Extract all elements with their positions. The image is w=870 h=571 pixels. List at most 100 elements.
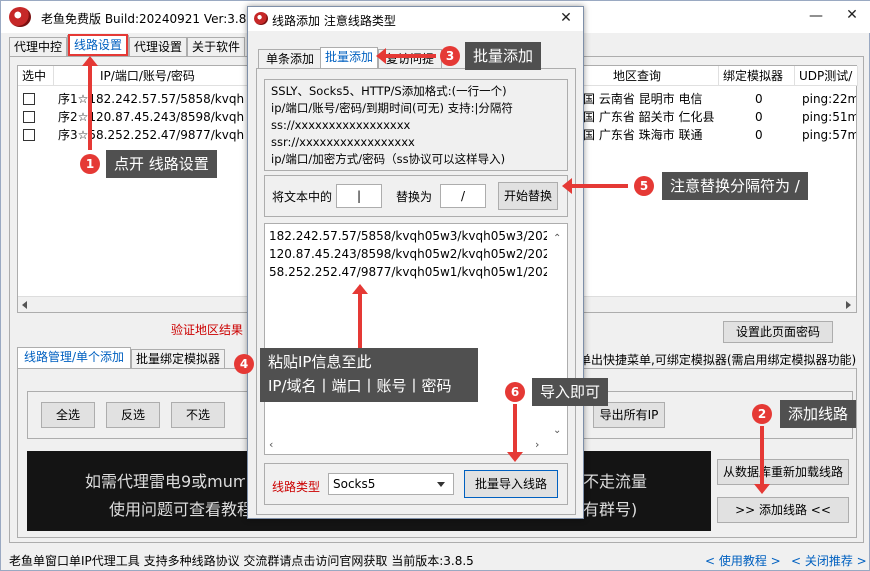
row-emulator: 0 (755, 110, 763, 124)
select-none-button[interactable]: 不选 (171, 402, 225, 428)
tab-line-management[interactable]: 线路管理/单个添加 (17, 347, 131, 369)
step-badge-6: 6 (505, 382, 525, 402)
row-udp: ping:57m (802, 128, 856, 142)
minimize-button[interactable]: — (801, 8, 831, 24)
banner-line1: 如需代理雷电9或mumu (85, 472, 245, 491)
format-line: ss://xxxxxxxxxxxxxxxxx (271, 118, 411, 132)
col-region[interactable]: 地区查询 (583, 66, 719, 86)
annotation-6: 导入即可 (532, 378, 609, 406)
banner-line2-right: 有群号) (583, 500, 638, 519)
arrow-1-head-icon (82, 56, 98, 66)
status-text: 老鱼单窗口单IP代理工具 支持多种线路协议 交流群请点击访问官网获取 当前版本:… (9, 554, 474, 568)
arrow-5 (570, 184, 628, 188)
scroll-right-icon[interactable]: › (535, 436, 539, 454)
row-udp: ping:51m (802, 110, 856, 124)
dialog-title: 线路添加 注意线路类型 (272, 14, 396, 28)
line-type-value: Socks5 (333, 477, 376, 491)
text-line: 182.242.57.57/5858/kvqh05w3/kvqh05w3/202… (269, 229, 547, 243)
tab-proxy-control[interactable]: 代理中控 (9, 37, 67, 57)
row-checkbox[interactable] (23, 129, 35, 141)
invert-selection-button[interactable]: 反选 (106, 402, 160, 428)
line-type-label: 线路类型 (272, 480, 321, 494)
chevron-down-icon[interactable] (437, 482, 445, 487)
tab-batch-bind-emulator[interactable]: 批量绑定模拟器 (131, 349, 225, 369)
format-line: ssr://xxxxxxxxxxxxxxxxx (271, 135, 415, 149)
app-title: 老鱼免费版 Build:20240921 Ver:3.8.5 (41, 12, 258, 26)
scroll-left-icon[interactable]: ‹ (269, 436, 273, 454)
ip-text-area[interactable]: 182.242.57.57/5858/kvqh05w3/kvqh05w3/202… (264, 223, 568, 455)
col-ip[interactable]: IP/端口/账号/密码 (54, 66, 254, 86)
right-hint-text: 单出快捷菜单,可绑定模拟器(需启用绑定模拟器功能) (579, 353, 857, 367)
tab-batch-add[interactable]: 批量添加 (320, 47, 378, 69)
annotation-5: 注意替换分隔符为 / (662, 172, 808, 200)
row-ip: 序3☆58.252.252.47/9877/kvqh (58, 128, 245, 142)
tab-single-add[interactable]: 单条添加 (258, 49, 322, 69)
arrow-6 (513, 404, 517, 454)
format-line: ip/端口/账号/密码/到期时间(可无) 支持:|分隔符 (271, 101, 513, 115)
scroll-left-icon[interactable] (22, 301, 27, 309)
replace-from-input[interactable]: | (336, 184, 382, 208)
close-button[interactable]: ✕ (837, 7, 867, 23)
tab-about[interactable]: 关于软件 (187, 37, 245, 57)
row-emulator: 0 (755, 128, 763, 142)
arrow-2 (760, 426, 764, 488)
row-region: 国 云南省 昆明市 电信 (583, 92, 703, 106)
scroll-right-icon[interactable] (846, 301, 851, 309)
add-line-button[interactable]: >> 添加线路 << (717, 497, 849, 523)
scroll-up-icon[interactable]: ⌃ (553, 230, 561, 248)
dialog-logo-icon (254, 12, 268, 25)
format-info-box: SSLY、Socks5、HTTP/S添加格式:(一行一个) ip/端口/账号/密… (264, 79, 568, 171)
banner-line2: 使用问题可查看教程 (109, 500, 249, 519)
col-select[interactable]: 选中 (18, 66, 54, 86)
banner-line1-right: 不走流量 (583, 472, 648, 491)
annotation-4-line2: IP/域名丨端口丨账号丨密码 (268, 377, 452, 395)
tutorial-link[interactable]: < 使用教程 > (705, 552, 781, 569)
annotation-4-line1: 粘贴IP信息至此 (268, 353, 372, 371)
row-ip: 序2☆120.87.45.243/8598/kvqh (58, 110, 245, 124)
annotation-2: 添加线路 (780, 400, 857, 428)
arrow-3 (386, 54, 436, 58)
row-region: 国 广东省 珠海市 联通 (583, 128, 703, 142)
step-badge-1: 1 (80, 154, 100, 174)
arrow-4 (358, 292, 362, 350)
line-type-select[interactable]: Socks5 (328, 473, 454, 495)
replace-to-input[interactable]: / (440, 184, 486, 208)
dialog-close-button[interactable]: ✕ (552, 10, 580, 26)
arrow-4-head-icon (352, 284, 368, 294)
arrow-5-head-icon (562, 178, 572, 194)
select-all-button[interactable]: 全选 (41, 402, 95, 428)
annotation-3: 批量添加 (465, 42, 542, 70)
annotation-4: 粘贴IP信息至此 IP/域名丨端口丨账号丨密码 (260, 348, 478, 402)
format-line: ip/端口/加密方式/密码（ss协议可以这样导入) (271, 152, 506, 166)
arrow-6-head-icon (507, 452, 523, 462)
row-emulator: 0 (755, 92, 763, 106)
row-checkbox[interactable] (23, 111, 35, 123)
verify-region-text: 验证地区结果 (171, 323, 244, 337)
format-line: SSLY、Socks5、HTTP/S添加格式:(一行一个) (271, 84, 507, 98)
col-udp[interactable]: UDP测试/ (795, 66, 858, 86)
add-line-dialog: 线路添加 注意线路类型 ✕ 单条添加 批量添加 复访问提 SSLY、Socks5… (247, 6, 584, 519)
tab-repeat-access[interactable]: 复访问提 (378, 49, 442, 69)
scroll-down-icon[interactable]: ⌄ (553, 422, 561, 440)
batch-import-button[interactable]: 批量导入线路 (464, 470, 558, 498)
close-recommend-link[interactable]: < 关闭推荐 > (791, 552, 867, 569)
row-checkbox[interactable] (23, 93, 35, 105)
replace-with-label: 替换为 (396, 190, 433, 204)
col-emulator[interactable]: 绑定模拟器 (719, 66, 795, 86)
set-page-password-button[interactable]: 设置此页面密码 (723, 321, 833, 343)
step-badge-4: 4 (234, 354, 254, 374)
tab-proxy-settings[interactable]: 代理设置 (129, 37, 187, 57)
arrow-3-head-icon (376, 48, 386, 64)
reload-database-button[interactable]: 从数据库重新加载线路 (717, 459, 849, 485)
row-ip: 序1☆182.242.57.57/5858/kvqh (58, 92, 245, 106)
dialog-title-bar: 线路添加 注意线路类型 ✕ (248, 7, 583, 31)
start-replace-button[interactable]: 开始替换 (498, 182, 558, 210)
highlight-line-settings-tab (68, 34, 128, 56)
step-badge-2: 2 (752, 404, 772, 424)
step-badge-5: 5 (634, 176, 654, 196)
app-logo-icon (9, 7, 31, 27)
row-region: 国 广东省 韶关市 仁化县 (583, 110, 715, 124)
replace-label: 将文本中的 (272, 190, 333, 204)
arrow-1 (88, 60, 92, 150)
annotation-1: 点开 线路设置 (106, 150, 217, 178)
